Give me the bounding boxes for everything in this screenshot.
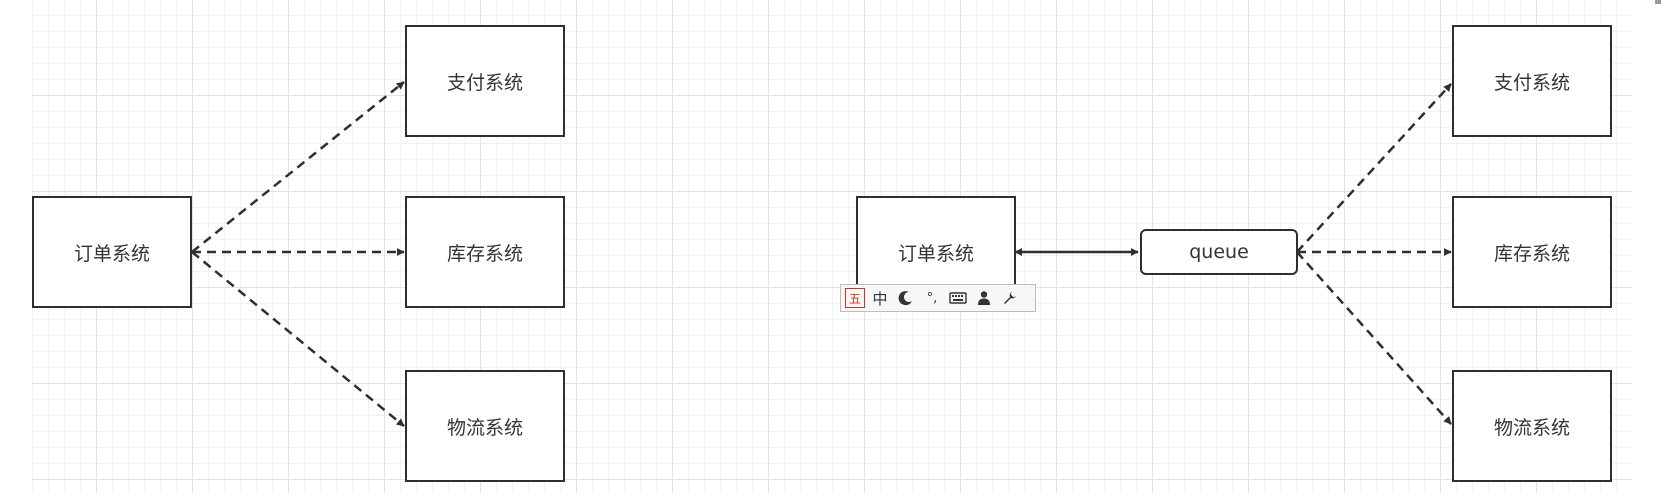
- queue-node[interactable]: queue: [1140, 229, 1298, 275]
- edge-queue-to-payment: [1296, 83, 1452, 253]
- right-logistics-system-node[interactable]: 物流系统: [1452, 370, 1612, 482]
- ime-wubi-button[interactable]: 五: [845, 288, 865, 308]
- user-icon[interactable]: [973, 287, 995, 309]
- left-payment-system-node[interactable]: 支付系统: [405, 25, 565, 137]
- wrench-icon[interactable]: [999, 287, 1021, 309]
- ime-chinese-mode-button[interactable]: 中: [869, 287, 891, 309]
- punctuation-icon[interactable]: °,: [921, 287, 943, 309]
- left-order-system-node[interactable]: 订单系统: [32, 196, 192, 308]
- edge-queue-to-logistics: [1296, 251, 1452, 425]
- window-edge-mark: [1655, 0, 1661, 4]
- moon-icon[interactable]: [895, 287, 917, 309]
- left-logistics-system-node[interactable]: 物流系统: [405, 370, 565, 482]
- edge-order-to-logistics: [191, 251, 405, 427]
- left-inventory-system-node[interactable]: 库存系统: [405, 196, 565, 308]
- keyboard-icon[interactable]: [947, 287, 969, 309]
- edges-layer: [191, 81, 1452, 427]
- edge-order-to-payment: [191, 81, 405, 253]
- right-inventory-system-node[interactable]: 库存系统: [1452, 196, 1612, 308]
- ime-toolbar: 五 中 °,: [840, 284, 1036, 312]
- right-payment-system-node[interactable]: 支付系统: [1452, 25, 1612, 137]
